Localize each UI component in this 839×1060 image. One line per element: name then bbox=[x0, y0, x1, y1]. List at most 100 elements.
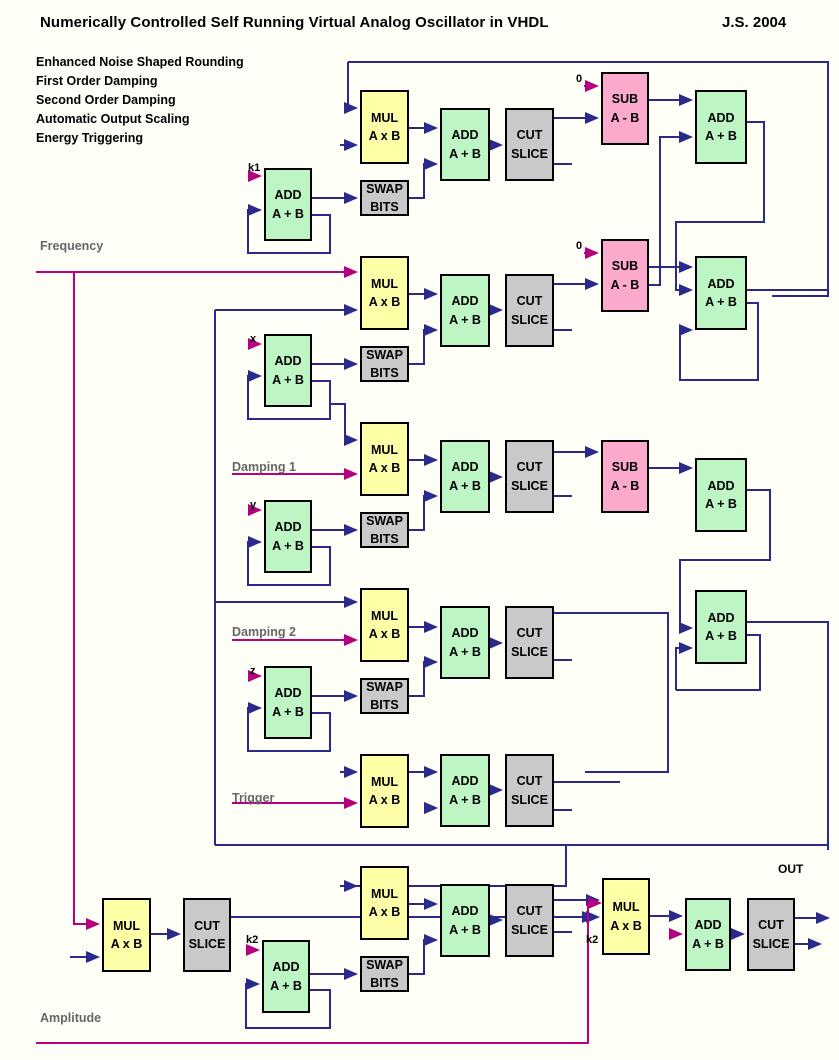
block-line2: A x B bbox=[610, 918, 642, 933]
add-sum-row4[interactable]: ADD A + B bbox=[695, 590, 747, 664]
block-line1: CUT bbox=[516, 128, 543, 143]
block-line2: A x B bbox=[110, 937, 143, 951]
cut-block-out[interactable]: CUT SLICE bbox=[505, 884, 554, 957]
block-line1: ADD bbox=[451, 774, 479, 789]
block-line2: A - B bbox=[610, 110, 640, 125]
add-block-trigger[interactable]: ADD A + B bbox=[440, 754, 490, 827]
block-line1: ADD bbox=[451, 294, 479, 309]
swap-block-out[interactable]: SWAP BITS bbox=[360, 956, 409, 992]
const-y-label: y bbox=[250, 499, 257, 511]
mul-block-row1[interactable]: MUL A x B bbox=[360, 90, 409, 164]
block-line1: CUT bbox=[516, 460, 543, 475]
add-block-row1[interactable]: ADD A + B bbox=[440, 108, 490, 181]
mul-block-row3[interactable]: MUL A x B bbox=[360, 422, 409, 496]
feature-item-0: Enhanced Noise Shaped Rounding bbox=[36, 55, 244, 69]
const-x-label: x bbox=[250, 333, 257, 345]
swap-block-row2[interactable]: SWAP BITS bbox=[360, 346, 409, 382]
block-line1: MUL bbox=[370, 276, 399, 291]
cut-block-row2[interactable]: CUT SLICE bbox=[505, 274, 554, 347]
add-sum-row3[interactable]: ADD A + B bbox=[695, 458, 747, 532]
block-line1: ADD bbox=[451, 626, 479, 641]
add-sum-row1[interactable]: ADD A + B bbox=[695, 90, 747, 164]
block-line2: A x B bbox=[368, 793, 401, 807]
swap-block-row1[interactable]: SWAP BITS bbox=[360, 180, 409, 216]
block-line2: A + B bbox=[449, 312, 481, 327]
add-acc-x[interactable]: ADD A + B bbox=[264, 334, 312, 407]
block-line2: A x B bbox=[368, 129, 401, 143]
const-k2-label: k2 bbox=[246, 934, 259, 946]
block-line1: SWAP bbox=[366, 513, 403, 528]
cut-block-row1[interactable]: CUT SLICE bbox=[505, 108, 554, 181]
mul-block-trigger[interactable]: MUL A x B bbox=[360, 754, 409, 828]
block-line2: A + B bbox=[705, 497, 737, 511]
block-line1: CUT bbox=[758, 918, 784, 933]
sub-block-row3[interactable]: SUB A - B bbox=[601, 440, 649, 513]
block-line1: ADD bbox=[694, 918, 722, 933]
block-line1: ADD bbox=[274, 354, 302, 369]
sub-block-row2[interactable]: SUB A - B bbox=[601, 239, 649, 312]
block-line2: A x B bbox=[368, 295, 401, 309]
block-line1: CUT bbox=[516, 294, 543, 309]
block-line1: MUL bbox=[612, 900, 640, 915]
damping2-label: Damping 2 bbox=[232, 625, 296, 639]
add-block-final[interactable]: ADD A + B bbox=[685, 898, 731, 971]
block-line2: A + B bbox=[272, 704, 304, 719]
block-line2: A + B bbox=[449, 644, 481, 659]
mul-block-scale[interactable]: MUL A x B bbox=[602, 878, 650, 955]
block-line1: SWAP bbox=[366, 679, 403, 694]
block-line2: A + B bbox=[270, 978, 302, 993]
block-line2: A x B bbox=[368, 905, 401, 919]
block-line2: SLICE bbox=[752, 936, 790, 951]
add-block-row2[interactable]: ADD A + B bbox=[440, 274, 490, 347]
block-line1: ADD bbox=[274, 188, 302, 203]
block-line1: ADD bbox=[451, 904, 479, 919]
cut-block-row4[interactable]: CUT SLICE bbox=[505, 606, 554, 679]
add-block-row3[interactable]: ADD A + B bbox=[440, 440, 490, 513]
add-acc-y[interactable]: ADD A + B bbox=[264, 500, 312, 573]
feature-item-3: Automatic Output Scaling bbox=[36, 112, 190, 126]
mul-block-out[interactable]: MUL A x B bbox=[360, 866, 409, 940]
damping1-label: Damping 1 bbox=[232, 460, 296, 474]
add-acc-z[interactable]: ADD A + B bbox=[264, 666, 312, 739]
add-block-row4[interactable]: ADD A + B bbox=[440, 606, 490, 679]
block-line1: MUL bbox=[112, 918, 141, 933]
block-line1: ADD bbox=[707, 110, 735, 125]
block-line2: A + B bbox=[449, 792, 481, 807]
block-line1: CUT bbox=[194, 918, 220, 933]
swap-block-row4[interactable]: SWAP BITS bbox=[360, 678, 409, 714]
add-sum-row2[interactable]: ADD A + B bbox=[695, 256, 747, 330]
add-acc-k1[interactable]: ADD A + B bbox=[264, 168, 312, 241]
cut-block-row3[interactable]: CUT SLICE bbox=[505, 440, 554, 513]
mul-block-row4[interactable]: MUL A x B bbox=[360, 588, 409, 662]
add-block-out[interactable]: ADD A + B bbox=[440, 884, 490, 957]
block-line2: BITS bbox=[370, 366, 399, 380]
block-line2: SLICE bbox=[511, 644, 548, 659]
block-line1: SWAP bbox=[366, 347, 403, 362]
block-line1: MUL bbox=[370, 886, 399, 901]
block-line1: CUT bbox=[516, 774, 543, 789]
cut-block-amp[interactable]: CUT SLICE bbox=[183, 898, 231, 972]
block-line1: ADD bbox=[451, 460, 479, 475]
const-k2b-label: k2 bbox=[586, 934, 599, 946]
swap-block-row3[interactable]: SWAP BITS bbox=[360, 512, 409, 548]
sub-block-row1[interactable]: SUB A - B bbox=[601, 72, 649, 145]
block-line1: SWAP bbox=[366, 181, 403, 196]
add-acc-k2[interactable]: ADD A + B bbox=[262, 940, 310, 1013]
mul-block-row2[interactable]: MUL A x B bbox=[360, 256, 409, 330]
block-line2: A + B bbox=[705, 629, 737, 643]
block-line1: MUL bbox=[370, 774, 399, 789]
block-line2: A + B bbox=[692, 936, 724, 951]
block-line1: SUB bbox=[611, 460, 639, 475]
block-line2: A - B bbox=[610, 478, 640, 493]
cut-block-trigger[interactable]: CUT SLICE bbox=[505, 754, 554, 827]
block-line1: ADD bbox=[707, 478, 735, 493]
block-line2: A + B bbox=[449, 478, 481, 493]
mul-block-amp[interactable]: MUL A x B bbox=[102, 898, 151, 972]
block-line1: ADD bbox=[274, 686, 302, 701]
block-line1: ADD bbox=[451, 128, 479, 143]
const-zero-top-label: 0 bbox=[576, 73, 583, 85]
block-line1: SWAP bbox=[366, 957, 403, 972]
feature-item-4: Energy Triggering bbox=[36, 131, 143, 145]
cut-block-final[interactable]: CUT SLICE bbox=[747, 898, 795, 971]
block-line2: A + B bbox=[272, 538, 304, 553]
